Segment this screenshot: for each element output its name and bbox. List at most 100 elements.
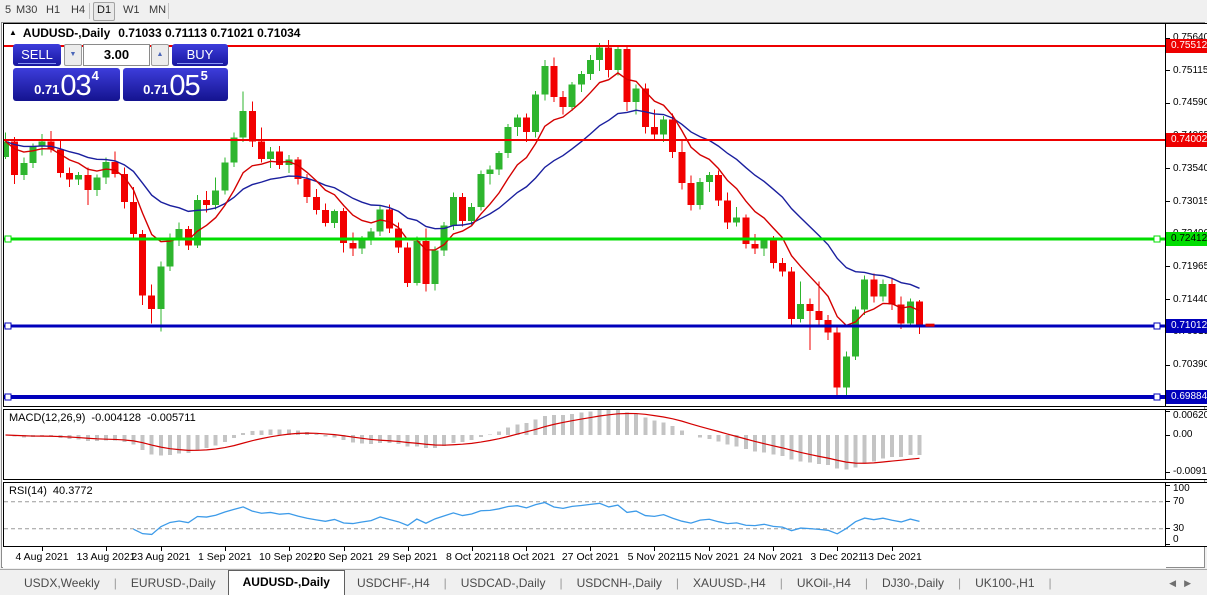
trading-terminal: 5 M30 H1 H4 D1 W1 MN ▲ AUDUSD-,Daily 0.71033 0.7… <box>0 0 1207 595</box>
rsi-tick <box>1166 484 1170 486</box>
toolbar-separator <box>168 3 169 19</box>
tab-separator: | <box>958 576 962 590</box>
price-scale[interactable]: 0.756400.751150.745900.740650.735400.730… <box>1166 23 1207 407</box>
chart-symbol-label: AUDUSD-,Daily <box>22 26 111 40</box>
tab-scroll-left-icon[interactable]: ◀ <box>1169 578 1184 588</box>
rsi-pane[interactable]: RSI(14) 40.3772 <box>3 482 1166 547</box>
chart-tab-usdcnh-daily[interactable]: USDCNH-,Daily <box>565 572 674 595</box>
bid-prefix: 0.71 <box>34 82 60 97</box>
rsi-name: RSI(14) <box>9 485 47 497</box>
tab-separator: | <box>1048 576 1052 590</box>
chart-tab-bar: USDX,Weekly | EURUSD-,Daily AUDUSD-,Daily US… <box>0 569 1207 595</box>
price-tick-label: 0.75115 <box>1173 64 1207 76</box>
tab-separator: | <box>113 576 117 590</box>
timeframe-button-H1[interactable]: H1 <box>43 2 63 19</box>
price-tick <box>1166 299 1170 301</box>
macd-signal-value: -0.005711 <box>146 412 196 424</box>
date-tick-label[interactable]: 4 Aug 2021 <box>15 551 68 563</box>
date-tick-label[interactable]: 20 Sep 2021 <box>314 551 374 563</box>
price-tick <box>1166 70 1170 72</box>
rsi-value: 40.3772 <box>52 485 93 497</box>
timeframe-button-W1[interactable]: W1 <box>120 2 143 19</box>
chart-title: ▲ AUDUSD-,Daily 0.71033 0.71113 0.71021 0.… <box>9 26 300 40</box>
tab-separator: | <box>675 576 680 590</box>
tab-scroll-arrows: ◀▶ <box>1169 578 1199 589</box>
price-tick <box>1166 364 1170 366</box>
ask-price-button[interactable]: 0.71 05 5 <box>123 68 228 101</box>
date-tick-label[interactable]: 5 Nov 2021 <box>628 551 682 563</box>
macd-tick-label: -0.00919 <box>1173 466 1207 477</box>
chart-tabs: USDX,Weekly | EURUSD-,Daily AUDUSD-,Daily US… <box>12 570 1054 595</box>
rsi-scale: 100 70 30 0 <box>1166 482 1207 547</box>
date-tick-label[interactable]: 29 Sep 2021 <box>378 551 438 563</box>
price-tick <box>1166 102 1170 104</box>
price-tick-label: 0.73540 <box>1173 162 1207 174</box>
macd-tick <box>1166 410 1170 412</box>
date-axis[interactable]: 4 Aug 2021 13 Aug 2021 23 Aug 2021 1 Sep 20… <box>3 547 1166 568</box>
tab-scroll-right-icon[interactable]: ▶ <box>1184 578 1199 588</box>
price-level-badge: 0.74002 <box>1166 133 1207 148</box>
macd-label: MACD(12,26,9) -0.004128 -0.005711 <box>9 412 202 424</box>
chart-tab-usdchf-h4[interactable]: USDCHF-,H4 <box>345 572 442 595</box>
chart-tab-eurusd-daily[interactable]: EURUSD-,Daily <box>119 572 228 595</box>
rsi-label: RSI(14) 40.3772 <box>9 485 99 497</box>
date-tick-label[interactable]: 3 Dec 2021 <box>810 551 864 563</box>
date-tick-label[interactable]: 24 Nov 2021 <box>743 551 803 563</box>
tab-separator: | <box>864 576 868 590</box>
date-tick-label[interactable]: 8 Oct 2021 <box>446 551 497 563</box>
macd-pane[interactable]: MACD(12,26,9) -0.004128 -0.005711 <box>3 409 1166 480</box>
collapse-arrow-icon[interactable]: ▲ <box>9 28 17 37</box>
volume-increase-button[interactable]: ▲ <box>151 44 169 66</box>
sell-underline <box>18 63 56 64</box>
date-tick-label[interactable]: 27 Oct 2021 <box>562 551 619 563</box>
price-tick-label: 0.71440 <box>1173 293 1207 305</box>
date-tick-label[interactable]: 15 Nov 2021 <box>679 551 739 563</box>
timeframe-button-H4[interactable]: H4 <box>68 2 88 19</box>
chart-tab-dj30-daily[interactable]: DJ30-,Daily <box>870 572 956 595</box>
price-tick-label: 0.70390 <box>1173 359 1207 371</box>
chart-tab-audusd-daily[interactable]: AUDUSD-,Daily <box>227 570 345 595</box>
timeframe-button-D1[interactable]: D1 <box>93 2 116 21</box>
tab-separator: | <box>559 576 563 590</box>
macd-tick-label: 0.00 <box>1173 429 1193 440</box>
date-tick-label[interactable]: 13 Aug 2021 <box>77 551 136 563</box>
ask-pipette: 5 <box>200 68 208 83</box>
buy-button[interactable]: BUY <box>172 44 228 66</box>
rsi-tick-label: 30 <box>1173 522 1185 534</box>
macd-main-value: -0.004128 <box>91 412 141 424</box>
toolbar-separator <box>89 3 90 19</box>
timeframe-toolbar: 5 M30 H1 H4 D1 W1 MN <box>0 0 1207 22</box>
rsi-tick <box>1166 528 1170 530</box>
date-tick-label[interactable]: 1 Sep 2021 <box>198 551 252 563</box>
date-tick-label[interactable]: 10 Sep 2021 <box>259 551 319 563</box>
macd-name: MACD(12,26,9) <box>9 412 86 424</box>
price-tick-label: 0.71965 <box>1173 260 1207 272</box>
timeframe-button-M30[interactable]: M30 <box>13 2 40 19</box>
rsi-tick <box>1166 501 1170 503</box>
chart-tab-ukoil-h4[interactable]: UKOil-,H4 <box>785 572 863 595</box>
rsi-plot <box>4 483 1165 551</box>
volume-input[interactable]: 3.00 <box>83 44 150 66</box>
timeframe-button-MN[interactable]: MN <box>146 2 169 19</box>
chart-tab-uk100-h1[interactable]: UK100-,H1 <box>963 572 1046 595</box>
price-tick-label: 0.74590 <box>1173 97 1207 109</box>
date-tick-label[interactable]: 18 Oct 2021 <box>498 551 555 563</box>
date-tick-label[interactable]: 23 Aug 2021 <box>131 551 190 563</box>
rsi-tick-label: 70 <box>1173 495 1185 507</box>
bid-price-button[interactable]: 0.71 03 4 <box>13 68 120 101</box>
volume-decrease-button[interactable]: ▼ <box>64 44 82 66</box>
macd-tick-label: 0.006201 <box>1173 410 1207 421</box>
date-tick-label[interactable]: 13 Dec 2021 <box>862 551 922 563</box>
price-tick-label: 0.73015 <box>1173 195 1207 207</box>
one-click-trading-panel: SELL ▼ 3.00 ▲ BUY 0.71 03 4 0.71 05 5 <box>13 44 228 101</box>
buy-button-label: BUY <box>186 47 214 62</box>
bid-pipette: 4 <box>91 68 99 83</box>
macd-tick <box>1166 434 1170 436</box>
ask-prefix: 0.71 <box>143 82 169 97</box>
bid-big-digits: 03 <box>60 70 91 102</box>
chart-tab-usdcad-daily[interactable]: USDCAD-,Daily <box>449 572 558 595</box>
chart-tab-xauusd-h4[interactable]: XAUUSD-,H4 <box>681 572 778 595</box>
rsi-tick-label: 100 <box>1173 483 1190 494</box>
chart-tab-usdx-weekly[interactable]: USDX,Weekly <box>12 572 112 595</box>
sell-button[interactable]: SELL <box>13 44 61 66</box>
